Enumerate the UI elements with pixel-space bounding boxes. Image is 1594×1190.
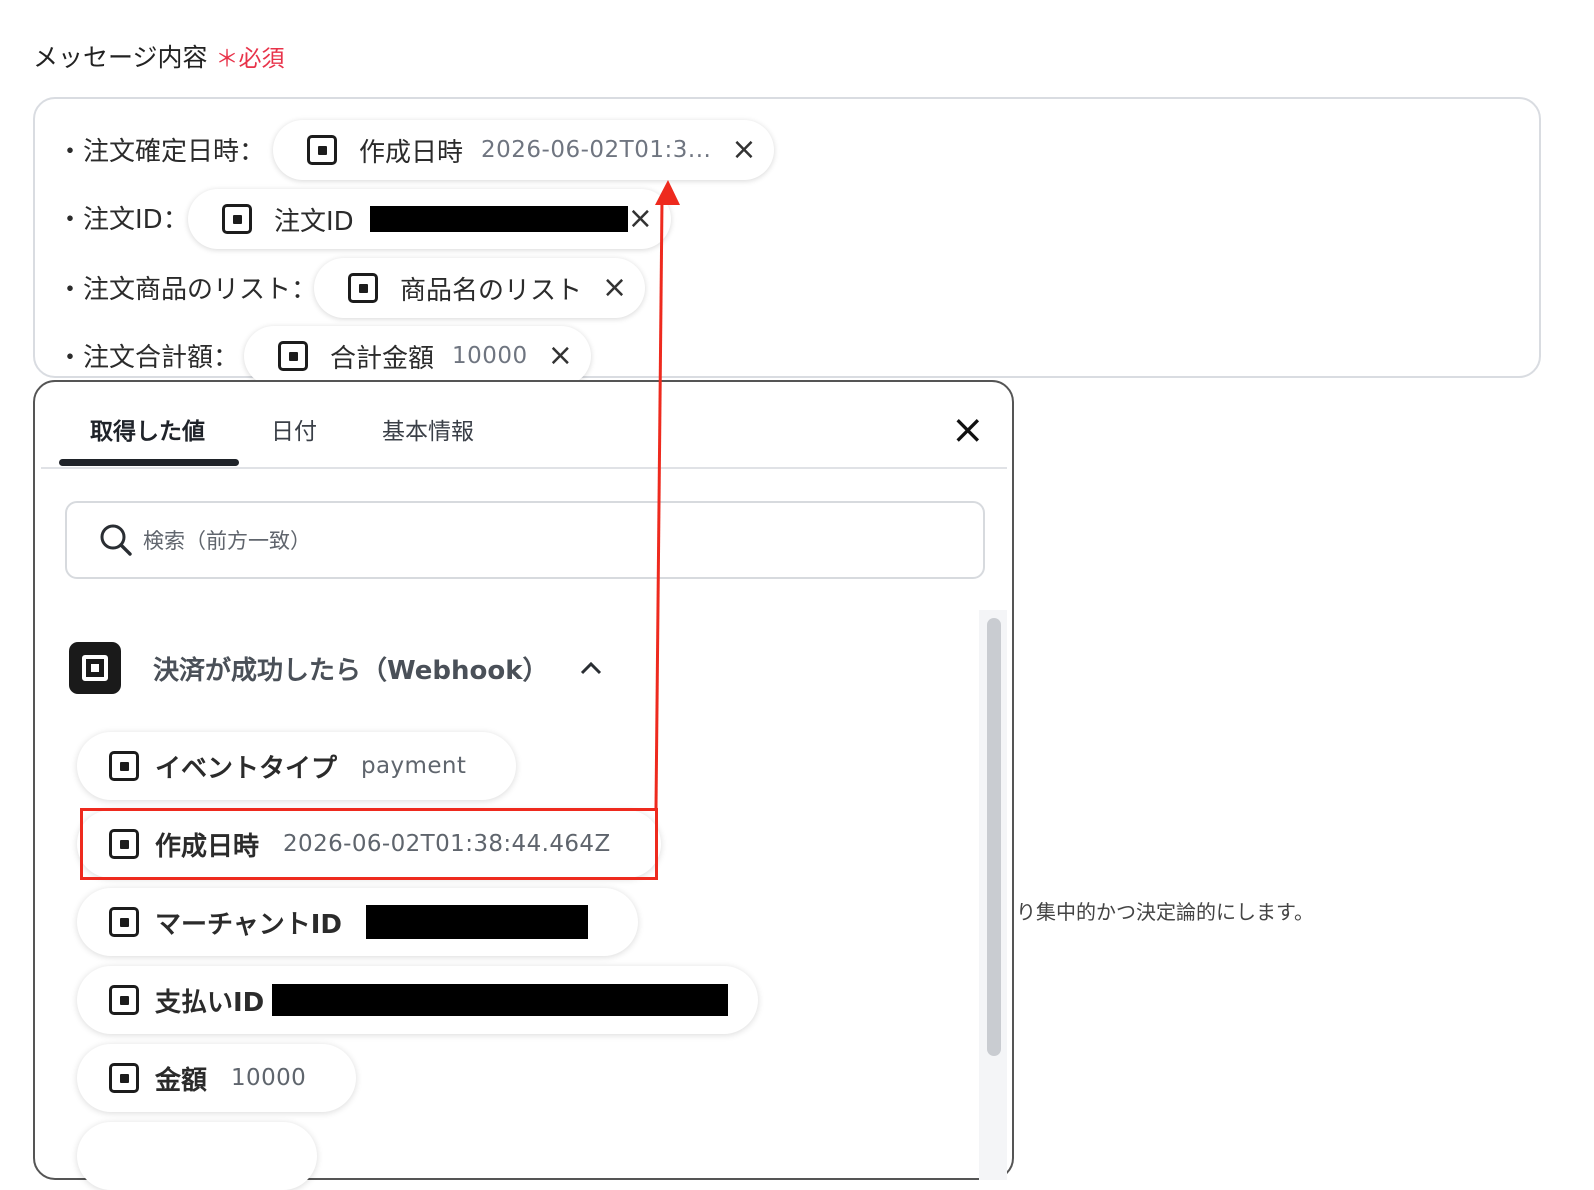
annotation-arrow: [654, 180, 680, 809]
